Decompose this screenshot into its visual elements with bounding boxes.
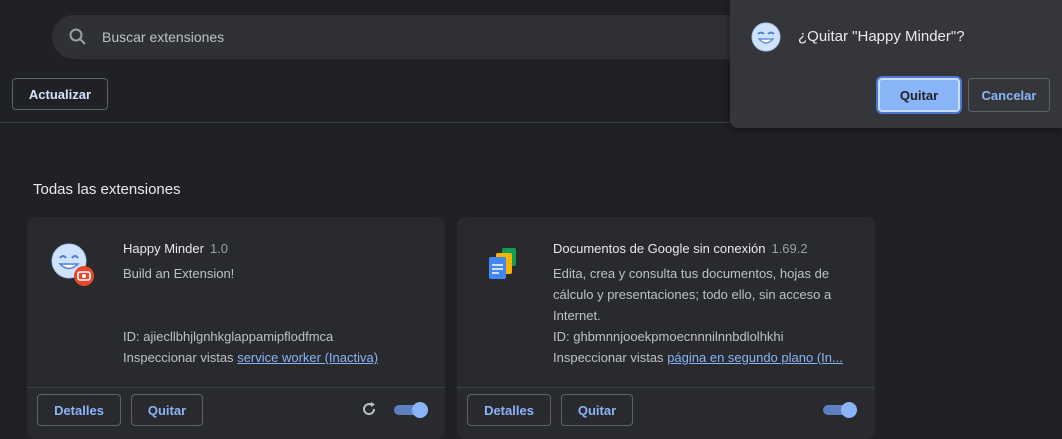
search-box[interactable] [52, 15, 752, 59]
extension-card-google-docs: Documentos de Google sin conexión 1.69.2 … [457, 217, 875, 439]
reload-icon[interactable] [360, 400, 378, 418]
enable-toggle[interactable] [823, 402, 857, 418]
record-badge-icon [74, 266, 94, 286]
inspect-label: Inspeccionar vistas [123, 350, 234, 365]
search-input[interactable] [100, 28, 604, 46]
confirm-remove-button[interactable]: Quitar [878, 78, 960, 112]
extension-id: ID: ghbmnnjooekpmoecnnnilnnbdlolhkhi [553, 329, 784, 344]
remove-button[interactable]: Quitar [561, 394, 633, 426]
search-icon [68, 27, 88, 47]
inspect-views: Inspeccionar vistas página en segundo pl… [553, 350, 843, 365]
extension-id: ID: ajiecllbhjlgnhkglappamipflodfmca [123, 329, 334, 344]
extension-name: Happy Minder [123, 241, 204, 256]
card-divider [457, 387, 875, 388]
remove-confirm-dialog: ¿Quitar "Happy Minder"? Quitar Cancelar [730, 0, 1062, 128]
google-docs-icon [489, 248, 516, 279]
extension-icon [49, 241, 97, 289]
extension-name: Documentos de Google sin conexión [553, 241, 766, 256]
details-button[interactable]: Detalles [467, 394, 551, 426]
inspect-link[interactable]: service worker (Inactiva) [237, 350, 378, 365]
dialog-title: ¿Quitar "Happy Minder"? [798, 28, 965, 45]
card-divider [27, 387, 445, 388]
extension-description: Edita, crea y consulta tus documentos, h… [553, 266, 832, 323]
extension-version: 1.69.2 [771, 241, 808, 256]
section-title: Todas las extensiones [33, 181, 181, 198]
extension-version: 1.0 [209, 241, 229, 256]
update-button[interactable]: Actualizar [12, 78, 108, 110]
enable-toggle[interactable] [394, 402, 428, 418]
remove-button[interactable]: Quitar [131, 394, 203, 426]
details-button[interactable]: Detalles [37, 394, 121, 426]
extension-icon [479, 241, 527, 289]
smiley-icon [751, 22, 781, 52]
cancel-button[interactable]: Cancelar [968, 78, 1050, 112]
extension-description: Build an Extension! [123, 266, 235, 281]
inspect-views: Inspeccionar vistas service worker (Inac… [123, 350, 378, 365]
inspect-link[interactable]: página en segundo plano (In... [667, 350, 843, 365]
extension-card-happy-minder: Happy Minder 1.0 Build an Extension! ID: … [27, 217, 445, 439]
inspect-label: Inspeccionar vistas [553, 350, 664, 365]
